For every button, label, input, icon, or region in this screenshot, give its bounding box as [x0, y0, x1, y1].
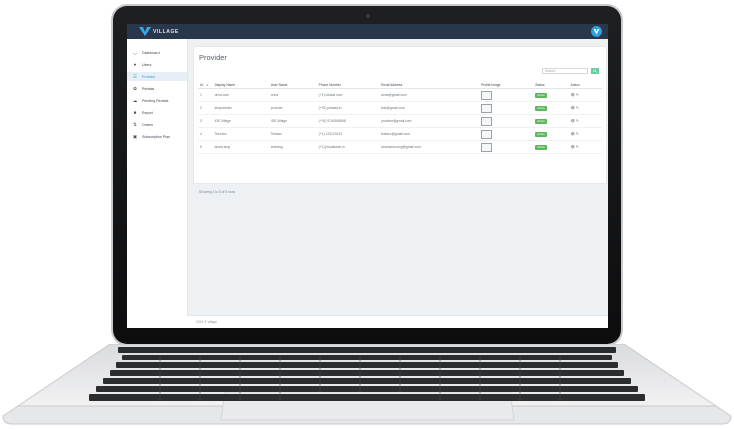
sidebar-item-pending-rentals[interactable]: ☁ Pending Rentals [127, 96, 187, 105]
status-badge: Active [535, 105, 547, 111]
screen: VILLAGE ◡ Dashboard ● Users ☰ Provider ✿ Ren… [127, 24, 608, 328]
provider-table: Id ▲ Display Name User Name Phone Number … [198, 81, 602, 154]
sort-icon: ▲ [205, 82, 210, 87]
table-row: 1 onna.com onna (+1) lokadu.com anna@gma… [198, 88, 602, 102]
column-header-email-address[interactable]: Email Address [379, 81, 480, 89]
profile-image[interactable] [481, 90, 493, 100]
profile-image[interactable] [481, 129, 493, 139]
view-icon[interactable]: 👁 [571, 132, 575, 136]
table-row: 3 IDE Village IDE Village (+91) 97409188… [198, 114, 602, 128]
column-header-display-name[interactable]: Display Name [212, 81, 269, 89]
table-header-row: Id ▲ Display Name User Name Phone Number … [198, 81, 602, 89]
status-badge: Active [535, 118, 547, 124]
sidebar-item-rentals[interactable]: ✿ Rentals [127, 84, 187, 93]
rentals-icon: ✿ [133, 85, 137, 91]
provider-icon: ☰ [132, 73, 138, 79]
view-icon[interactable]: 👁 [571, 93, 575, 97]
subscription-icon: ▣ [132, 133, 138, 139]
edit-icon[interactable]: ✎ [576, 132, 579, 136]
provider-panel: Provider Search Id ▲ Display Name User Na… [193, 46, 607, 194]
footer: 2019 © village [187, 315, 608, 328]
footer-text: 2019 © village [196, 320, 217, 324]
profile-image[interactable] [481, 103, 493, 113]
table-row: 4 Test Acc Testacc (+1) 123123123 testac… [198, 127, 602, 141]
edit-icon[interactable]: ✎ [576, 119, 579, 123]
column-header-phone-number[interactable]: Phone Number [316, 81, 380, 89]
sidebar-item-users[interactable]: ● Users [127, 60, 187, 69]
table-row: 5 andra.sing andrasg (+1) jhdolaksdu.in … [198, 140, 602, 154]
laptop-base [2, 344, 732, 425]
avatar-icon [593, 29, 600, 35]
top-bar: VILLAGE [127, 24, 608, 39]
dashboard-icon: ◡ [133, 49, 137, 55]
edit-icon[interactable]: ✎ [576, 93, 579, 97]
sidebar-item-subscription-plan[interactable]: ▣ Subscription Plan [127, 132, 187, 141]
view-icon[interactable]: 👁 [571, 145, 575, 149]
page-title: Provider [199, 53, 227, 62]
edit-icon[interactable]: ✎ [576, 145, 579, 149]
column-header-action[interactable]: Action [568, 81, 602, 89]
pagination-info: Showing 1 to 5 of 5 rows [199, 190, 236, 194]
sidebar-item-orders[interactable]: ⇅ Orders [127, 120, 187, 129]
view-icon[interactable]: 👁 [571, 119, 575, 123]
orders-icon: ⇅ [133, 121, 137, 127]
sidebar: ◡ Dashboard ● Users ☰ Provider ✿ Rentals ☁ Pe… [127, 39, 188, 328]
users-icon: ● [133, 62, 137, 67]
edit-icon[interactable]: ✎ [576, 106, 579, 110]
status-badge: Active [535, 144, 547, 150]
status-badge: Active [535, 92, 547, 98]
user-avatar[interactable] [591, 26, 602, 37]
sidebar-item-dashboard[interactable]: ◡ Dashboard [127, 48, 187, 57]
pending-rentals-icon: ☁ [132, 97, 138, 103]
column-header-profile-image[interactable]: Profile Image [479, 81, 534, 89]
search-button[interactable] [591, 68, 599, 74]
sidebar-item-provider[interactable]: ☰ Provider [127, 72, 187, 81]
logo-text: VILLAGE [153, 28, 179, 35]
profile-image[interactable] [481, 142, 493, 152]
view-icon[interactable]: 👁 [571, 106, 575, 110]
column-header-id[interactable]: Id ▲ [198, 81, 213, 89]
app-logo[interactable]: VILLAGE [139, 27, 179, 36]
search-input[interactable]: Search [542, 68, 588, 74]
status-badge: Active [535, 131, 547, 137]
column-header-status[interactable]: Status [533, 81, 569, 89]
camera-icon [366, 14, 370, 18]
sidebar-item-report[interactable]: ■ Report [127, 108, 187, 117]
table-row: 2 testprovider provider (+91) juhaida.in… [198, 101, 602, 115]
profile-image[interactable] [481, 116, 493, 126]
column-header-user-name[interactable]: User Name [268, 81, 317, 89]
report-icon: ■ [133, 110, 137, 115]
village-logo-icon [139, 27, 151, 36]
search-icon [593, 69, 597, 73]
